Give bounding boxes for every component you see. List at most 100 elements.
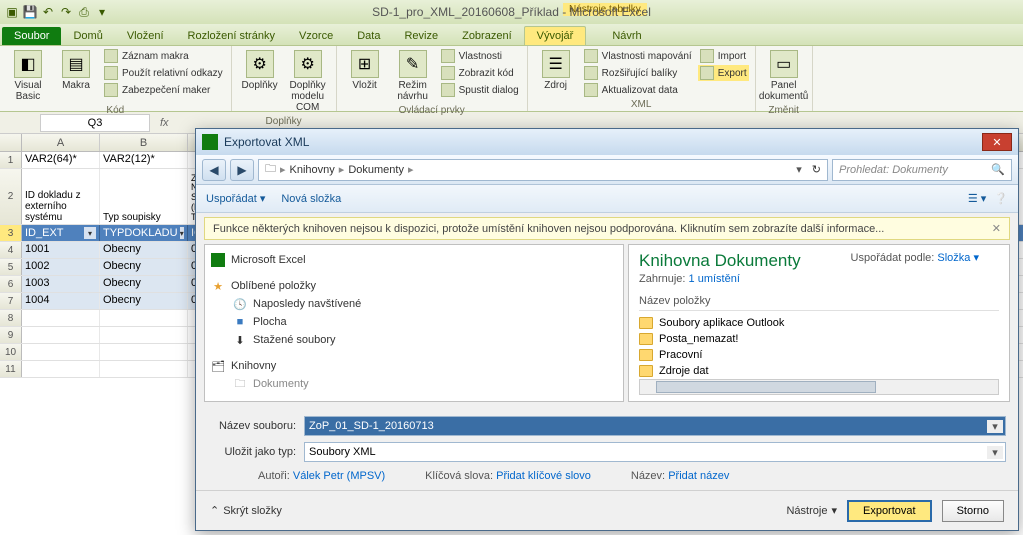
folder-item[interactable]: Zdroje dat (639, 363, 999, 379)
row-header[interactable]: 4 (0, 242, 22, 258)
folder-item[interactable]: Pracovní (639, 347, 999, 363)
row-header[interactable]: 5 (0, 259, 22, 275)
row-header[interactable]: 7 (0, 293, 22, 309)
tree-item[interactable]: 🕓Naposledy navštívené (211, 295, 617, 313)
xml-source-button[interactable]: ☰Zdroj (534, 48, 578, 93)
filetype-select[interactable]: Soubory XML▾ (304, 442, 1006, 462)
cell[interactable]: VAR2(64)* (22, 152, 100, 168)
title-value[interactable]: Přidat název (668, 470, 729, 482)
record-macro-button[interactable]: Záznam makra (102, 48, 225, 64)
row-header[interactable]: 2 (0, 169, 22, 224)
back-button[interactable]: ◀ (202, 159, 226, 181)
map-properties-button[interactable]: Vlastnosti mapování (582, 48, 694, 64)
cell[interactable]: 1004 (22, 293, 100, 309)
cell[interactable]: 1001 (22, 242, 100, 258)
tab-review[interactable]: Revize (392, 27, 450, 45)
authors-value[interactable]: Válek Petr (MPSV) (293, 470, 385, 482)
tree-item[interactable]: ★Oblíbené položky (211, 277, 617, 295)
tab-data[interactable]: Data (345, 27, 392, 45)
undo-icon[interactable]: ↶ (40, 4, 56, 20)
cell[interactable]: 1002 (22, 259, 100, 275)
com-addins-button[interactable]: ⚙Doplňky modelu COM (286, 48, 330, 115)
chevron-down-icon[interactable]: ▾ (987, 446, 1003, 459)
export-button[interactable]: Exportovat (847, 500, 932, 522)
folder-tree[interactable]: Microsoft Excel ★Oblíbené položky 🕓Napos… (204, 244, 624, 402)
insert-control-button[interactable]: ⊞Vložit (343, 48, 387, 93)
chevron-down-icon[interactable]: ▾ (796, 163, 802, 176)
select-all-corner[interactable] (0, 134, 22, 151)
search-input[interactable]: Prohledat: Dokumenty 🔍 (832, 159, 1012, 181)
expansion-packs-button[interactable]: Rozšiřující balíky (582, 65, 694, 81)
macro-security-button[interactable]: Zabezpečení maker (102, 82, 225, 98)
tab-home[interactable]: Domů (61, 27, 114, 45)
cell[interactable]: Obecny (100, 276, 188, 292)
organize-button[interactable]: Uspořádat ▾ (206, 192, 265, 205)
tab-formulas[interactable]: Vzorce (287, 27, 345, 45)
xml-import-button[interactable]: Import (698, 48, 749, 64)
relative-refs-button[interactable]: Použít relativní odkazy (102, 65, 225, 81)
col-header-a[interactable]: A (22, 134, 100, 151)
save-icon[interactable]: 💾 (22, 4, 38, 20)
cell[interactable]: Typ soupisky (100, 169, 188, 224)
refresh-data-button[interactable]: Aktualizovat data (582, 82, 694, 98)
close-button[interactable]: ✕ (982, 133, 1012, 151)
tab-layout[interactable]: Rozložení stránky (176, 27, 287, 45)
design-mode-button[interactable]: ✎Režim návrhu (391, 48, 435, 104)
refresh-icon[interactable]: ↻ (812, 163, 821, 176)
folder-item[interactable]: Soubory aplikace Outlook (639, 315, 999, 331)
folder-item[interactable]: Posta_nemazat! (639, 331, 999, 347)
scrollbar-thumb[interactable] (656, 381, 876, 393)
visual-basic-button[interactable]: ◧Visual Basic (6, 48, 50, 104)
macros-button[interactable]: ▤Makra (54, 48, 98, 93)
filter-dropdown-icon[interactable]: ▾ (84, 227, 96, 239)
tools-dropdown[interactable]: Nástroje ▾ (786, 504, 837, 517)
tree-item[interactable]: 🗀Dokumenty (211, 375, 617, 393)
help-icon[interactable]: ❔ (994, 192, 1008, 205)
info-bar[interactable]: Funkce některých knihoven nejsou k dispo… (204, 217, 1010, 240)
name-box[interactable]: Q3 (40, 114, 150, 132)
tree-item[interactable]: 🗂Knihovny (211, 357, 617, 375)
filename-input[interactable]: ZoP_01_SD-1_20160713▾ (304, 416, 1006, 436)
qat-dropdown-icon[interactable]: ▾ (94, 4, 110, 20)
table-header-cell[interactable]: ID_EXT▾ (22, 225, 100, 241)
properties-button[interactable]: Vlastnosti (439, 48, 521, 64)
doc-panel-button[interactable]: ▭Panel dokumentů (762, 48, 806, 104)
chevron-down-icon[interactable]: ▾ (987, 420, 1003, 433)
cell[interactable]: 1003 (22, 276, 100, 292)
view-code-button[interactable]: Zobrazit kód (439, 65, 521, 81)
tab-developer[interactable]: Vývojář (524, 26, 587, 45)
cell[interactable]: ID dokladu z externího systému (22, 169, 100, 224)
location-breadcrumb[interactable]: 🗀 ▸ Knihovny ▸ Dokumenty ▸ ▾ ↻ (258, 159, 828, 181)
tree-item[interactable]: ⬇Stažené soubory (211, 331, 617, 349)
cell[interactable]: Obecny (100, 242, 188, 258)
cancel-button[interactable]: Storno (942, 500, 1004, 522)
row-header[interactable]: 6 (0, 276, 22, 292)
tab-view[interactable]: Zobrazení (450, 27, 524, 45)
print-icon[interactable]: ⎙ (76, 4, 92, 20)
tags-value[interactable]: Přidat klíčové slovo (496, 470, 591, 482)
col-header-b[interactable]: B (100, 134, 188, 151)
xml-export-button[interactable]: Export (698, 65, 749, 81)
tab-design[interactable]: Návrh (600, 27, 653, 45)
table-header-cell[interactable]: TYPDOKLADU▾ (100, 225, 188, 241)
fx-icon[interactable]: fx (154, 117, 175, 129)
view-mode-button[interactable]: ☰ ▾ (968, 192, 986, 205)
tree-item[interactable]: ■Plocha (211, 313, 617, 331)
addins-button[interactable]: ⚙Doplňky (238, 48, 282, 93)
tab-insert[interactable]: Vložení (115, 27, 176, 45)
info-bar-close-icon[interactable]: ✕ (992, 222, 1001, 235)
forward-button[interactable]: ▶ (230, 159, 254, 181)
run-dialog-button[interactable]: Spustit dialog (439, 82, 521, 98)
hide-folders-button[interactable]: ⌃Skrýt složky (210, 504, 282, 517)
row-header[interactable]: 3 (0, 225, 22, 241)
cell[interactable]: Obecny (100, 259, 188, 275)
tab-file[interactable]: Soubor (2, 27, 61, 45)
tree-item[interactable]: Microsoft Excel (211, 251, 617, 269)
cell[interactable]: Obecny (100, 293, 188, 309)
column-header-name[interactable]: Název položky (639, 295, 999, 311)
sort-by[interactable]: Uspořádat podle: Složka ▾ (851, 251, 979, 264)
cell[interactable]: VAR2(12)* (100, 152, 188, 168)
row-header[interactable]: 1 (0, 152, 22, 168)
redo-icon[interactable]: ↷ (58, 4, 74, 20)
new-folder-button[interactable]: Nová složka (281, 193, 341, 205)
